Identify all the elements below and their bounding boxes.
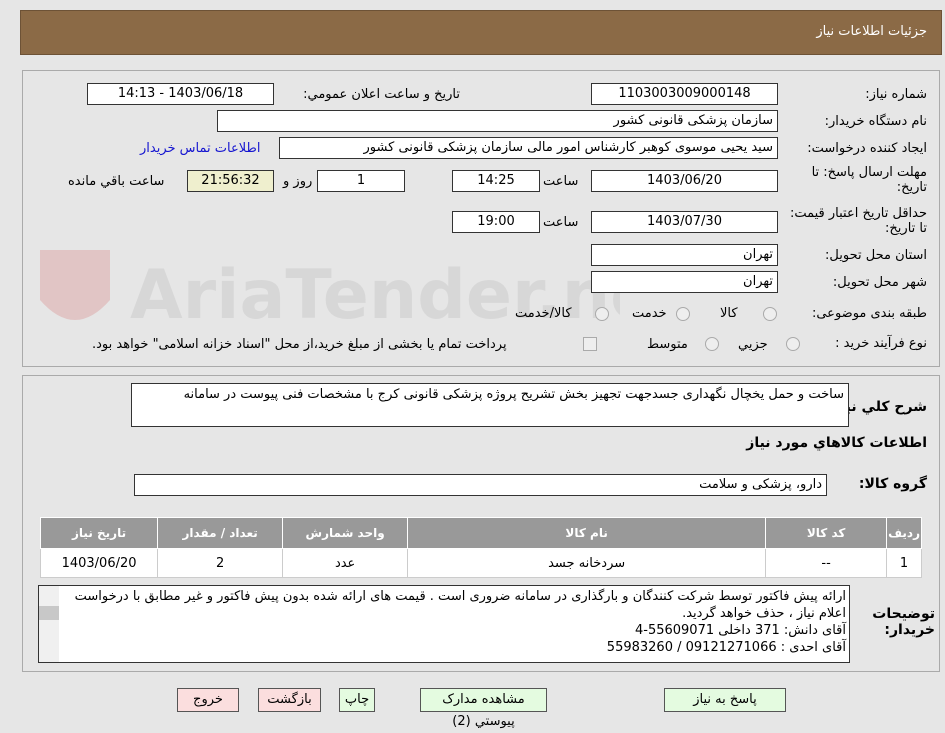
back-button[interactable]: بازگشت	[258, 688, 321, 712]
col-unit: واحد شمارش	[282, 517, 409, 549]
buyer-org-field: سازمان پزشکی قانونی کشور	[217, 110, 778, 132]
cell-unit: عدد	[282, 548, 409, 578]
notes-scrollbar[interactable]	[39, 586, 59, 662]
validity-time-field: 19:00	[452, 211, 540, 233]
deadline-time-label: ساعت	[543, 174, 579, 189]
exit-button[interactable]: خروج	[177, 688, 239, 712]
table-row: 1 -- سردخانه جسد عدد 2 1403/06/20	[39, 548, 922, 578]
category-radio-service[interactable]	[676, 307, 690, 321]
category-label: طبقه بندی موضوعی:	[811, 306, 927, 321]
need-number-field: 1103003009000148	[591, 83, 778, 105]
col-date: تاريخ نياز	[39, 517, 159, 549]
print-button[interactable]: چاپ	[339, 688, 375, 712]
watermark-logo: AriaTender.net	[40, 250, 620, 335]
svg-text:AriaTender.net: AriaTender.net	[130, 256, 620, 335]
col-code: کد کالا	[765, 517, 888, 549]
category-option-both: کالا/خدمت	[515, 306, 572, 321]
validity-label: حداقل تاريخ اعتبار قيمت: تا تاريخ:	[789, 206, 927, 236]
cell-date: 1403/06/20	[39, 548, 159, 578]
city-label: شهر محل تحويل:	[832, 275, 927, 290]
creator-label: ايجاد کننده درخواست:	[807, 141, 927, 156]
table-header-row: رديف کد کالا نام کالا واحد شمارش تعداد /…	[39, 517, 922, 549]
process-radio-minor[interactable]	[786, 337, 800, 351]
shield-icon	[40, 250, 110, 320]
process-option-medium: متوسط	[647, 337, 688, 352]
creator-field: سید یحیی موسوی کوهبر کارشناس امور مالی س…	[279, 137, 778, 159]
category-radio-both[interactable]	[595, 307, 609, 321]
cell-qty: 2	[157, 548, 284, 578]
announce-field: 1403/06/18 - 14:13	[87, 83, 274, 105]
notes-line: آقای احدی : 09121271066 / 55983260	[606, 640, 846, 655]
notes-line: آقای دانش: 371 داخلی 55609071-4	[634, 623, 846, 638]
deadline-time-field: 14:25	[452, 170, 540, 192]
col-row: رديف	[886, 517, 922, 549]
notes-label: توضيحات خريدار:	[872, 606, 935, 638]
category-radio-goods[interactable]	[763, 307, 777, 321]
page-title: جزئيات اطلاعات نياز	[816, 24, 927, 39]
city-field: تهران	[591, 271, 778, 293]
page-header: جزئيات اطلاعات نياز	[20, 10, 942, 55]
goods-section-title: اطلاعات كالاهاي مورد نياز	[746, 435, 927, 451]
province-field: تهران	[591, 244, 778, 266]
cell-row: 1	[886, 548, 922, 578]
goods-table: رديف کد کالا نام کالا واحد شمارش تعداد /…	[39, 517, 922, 578]
notes-textarea[interactable]: ارائه پیش فاکتور توسط شرکت کنندگان و بار…	[38, 585, 850, 663]
process-radio-medium[interactable]	[705, 337, 719, 351]
process-option-minor: جزيي	[738, 337, 768, 352]
cell-name: سردخانه جسد	[407, 548, 767, 578]
category-option-goods: کالا	[720, 306, 738, 321]
cell-code: --	[765, 548, 888, 578]
reply-button[interactable]: پاسخ به نياز	[664, 688, 786, 712]
attachments-button[interactable]: مشاهده مدارک پيوستي (2)	[420, 688, 547, 729]
payment-checkbox[interactable]	[583, 337, 597, 351]
category-option-service: خدمت	[632, 306, 667, 321]
goods-group-label: گروه كالا:	[858, 476, 927, 492]
need-number-label: شماره نياز:	[865, 87, 927, 102]
col-qty: تعداد / مقدار	[157, 517, 284, 549]
notes-line: ارائه پیش فاکتور توسط شرکت کنندگان و بار…	[74, 589, 846, 621]
deadline-label: مهلت ارسال پاسخ: تا تاريخ:	[811, 165, 927, 195]
payment-note: پرداخت تمام يا بخشی از مبلغ خريد،از محل …	[92, 337, 507, 352]
validity-time-label: ساعت	[543, 215, 579, 230]
deadline-date-field: 1403/06/20	[591, 170, 778, 192]
process-label: نوع فرآيند خريد :	[835, 336, 927, 351]
province-label: استان محل تحويل:	[825, 248, 927, 263]
validity-date-field: 1403/07/30	[591, 211, 778, 233]
goods-group-field: دارو، پزشکی و سلامت	[134, 474, 827, 496]
col-name: نام کالا	[407, 517, 767, 549]
announce-label: تاريخ و ساعت اعلان عمومي:	[303, 87, 460, 102]
remaining-time-field: 21:56:32	[187, 170, 274, 192]
days-field: 1	[317, 170, 405, 192]
buyer-contact-link[interactable]: اطلاعات تماس خريدار	[140, 141, 260, 156]
summary-textarea[interactable]: ساخت و حمل یخچال نگهداری جسدجهت تجهیز بخ…	[131, 383, 849, 427]
remaining-label: ساعت باقي مانده	[68, 174, 165, 189]
days-label: روز و	[283, 174, 313, 189]
buyer-org-label: نام دستگاه خريدار:	[824, 114, 927, 129]
